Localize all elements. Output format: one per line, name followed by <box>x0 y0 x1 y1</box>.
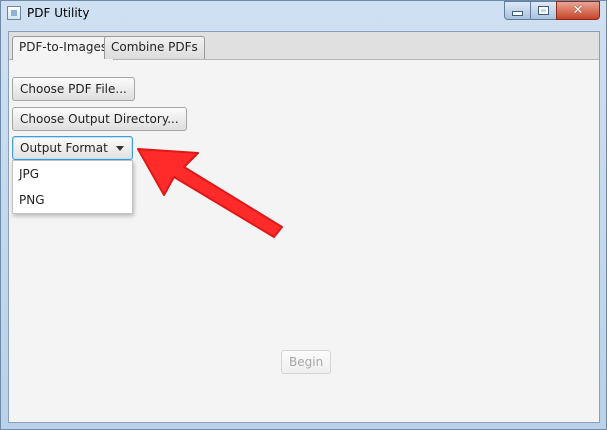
choose-output-directory-button[interactable]: Choose Output Directory... <box>12 107 187 131</box>
chevron-down-icon <box>116 146 124 151</box>
tab-bar: PDF-to-Images Combine PDFs <box>9 32 599 60</box>
close-icon: ✕ <box>572 3 584 18</box>
close-button[interactable]: ✕ <box>556 1 600 20</box>
output-format-dropdown: JPG PNG <box>12 160 133 214</box>
dropdown-option-jpg[interactable]: JPG <box>13 161 132 187</box>
maximize-icon <box>538 6 549 15</box>
maximize-button[interactable] <box>530 1 556 20</box>
arrow-shape <box>137 148 283 238</box>
begin-button[interactable]: Begin <box>281 350 332 374</box>
title-bar[interactable]: PDF Utility ✕ <box>1 1 606 27</box>
app-window-icon <box>7 6 21 20</box>
tab-pdf-to-images[interactable]: PDF-to-Images <box>12 36 115 60</box>
app-window: PDF Utility ✕ PDF-to-Images Combine PDFs… <box>0 0 607 430</box>
minimize-button[interactable] <box>504 1 530 20</box>
red-arrow-annotation-icon <box>137 148 283 238</box>
choose-pdf-file-button[interactable]: Choose PDF File... <box>12 77 135 101</box>
client-area: PDF-to-Images Combine PDFs Choose PDF Fi… <box>8 31 600 423</box>
caption-buttons: ✕ <box>504 1 600 20</box>
output-format-combo[interactable]: Output Format <box>12 136 133 160</box>
dropdown-option-png[interactable]: PNG <box>13 187 132 213</box>
tab-combine-pdfs[interactable]: Combine PDFs <box>104 36 205 59</box>
minimize-icon <box>512 11 523 16</box>
window-title: PDF Utility <box>27 6 90 20</box>
output-format-combo-value: Output Format <box>20 141 108 155</box>
